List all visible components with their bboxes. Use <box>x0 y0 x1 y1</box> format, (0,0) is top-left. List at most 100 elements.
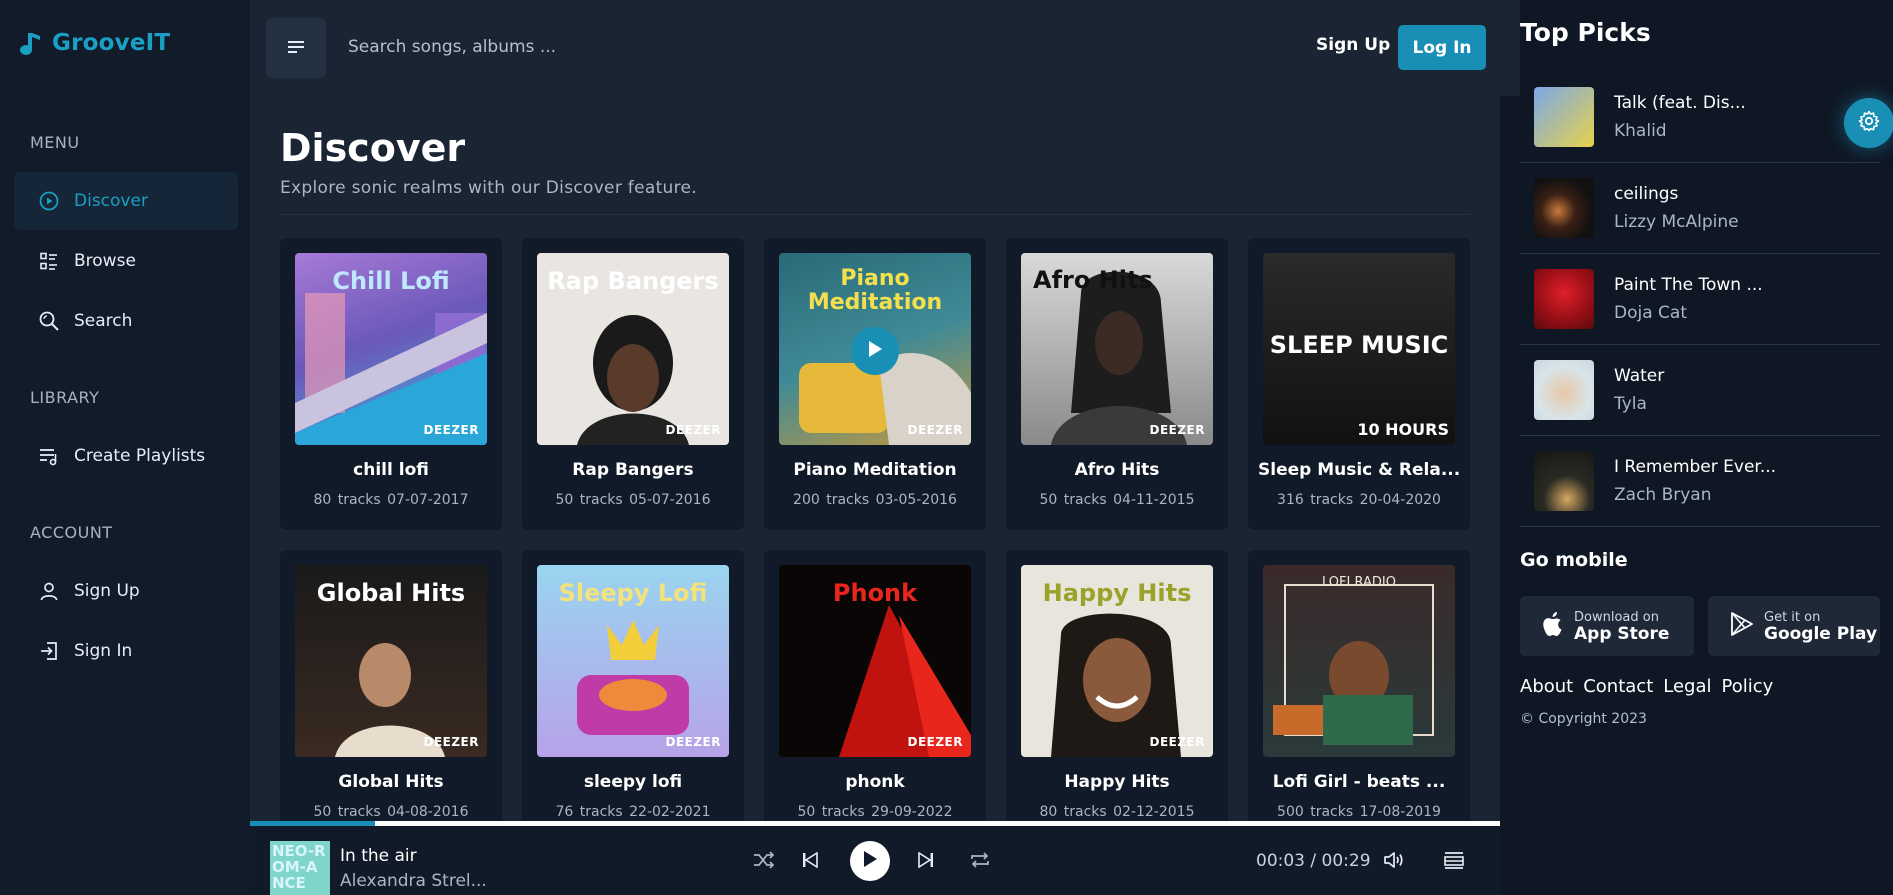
track-thumbnail <box>1534 360 1594 420</box>
play-button[interactable] <box>850 841 890 881</box>
time-display: 00:03 / 00:29 <box>1256 851 1371 871</box>
track-thumbnail <box>1534 269 1594 329</box>
menu-section-title: MENU <box>30 133 80 152</box>
footer-link-about[interactable]: About <box>1520 676 1573 697</box>
playlist-card[interactable]: Happy Hits DEEZER Happy Hits 80 tracks 0… <box>1006 550 1228 825</box>
volume-icon <box>1383 850 1405 874</box>
playlist-meta: 50 tracks 29-09-2022 <box>764 804 986 820</box>
top-pick-item[interactable]: Paint The Town ... Doja Cat <box>1520 254 1880 345</box>
skip-forward-icon <box>918 851 934 872</box>
menu-toggle-button[interactable] <box>266 18 326 78</box>
top-pick-item[interactable]: Talk (feat. Dis... Khalid <box>1520 72 1880 163</box>
playlist-name: Piano Meditation <box>793 460 957 480</box>
google-play-button[interactable]: Get it on Google Play <box>1708 596 1880 656</box>
release-date: 04-08-2016 <box>387 804 469 820</box>
search-input[interactable] <box>348 30 748 64</box>
track-count: 80 tracks <box>313 492 381 508</box>
shuffle-button[interactable] <box>750 848 778 876</box>
sidebar-item-label: Search <box>74 311 133 331</box>
playlist-name: Happy Hits <box>1064 772 1170 792</box>
track-count: 316 tracks <box>1277 492 1354 508</box>
playlist-card[interactable]: Sleepy Lofi DEEZER sleepy lofi 76 tracks… <box>522 550 744 825</box>
play-icon <box>866 339 884 363</box>
footer-link-policy[interactable]: Policy <box>1722 676 1774 697</box>
playlist-grid: Chill Lofi DEEZER chill lofi 80 tracks 0… <box>280 238 1470 825</box>
track-count: 50 tracks <box>797 804 865 820</box>
play-overlay-button[interactable] <box>851 327 899 375</box>
sidebar: GrooveIT MENU Discover Browse Search LIB… <box>0 0 250 895</box>
track-artist: Lizzy McAlpine <box>1614 212 1739 232</box>
track-title: Water <box>1614 366 1665 386</box>
app-store-button[interactable]: Download on App Store <box>1520 596 1694 656</box>
playlist-card[interactable]: Chill Lofi DEEZER chill lofi 80 tracks 0… <box>280 238 502 530</box>
sidebar-item-search[interactable]: Search <box>14 292 238 350</box>
skip-back-icon <box>802 851 818 872</box>
track-title: Paint The Town ... <box>1614 275 1763 295</box>
release-date: 29-09-2022 <box>871 804 953 820</box>
release-date: 20-04-2020 <box>1359 492 1441 508</box>
store-line2: Google Play <box>1764 623 1878 644</box>
deezer-badge: DEEZER <box>423 423 479 437</box>
playlist-card[interactable]: SLEEP MUSIC 10 HOURS Sleep Music & Rela.… <box>1248 238 1470 530</box>
top-picks-title: Top Picks <box>1520 18 1651 47</box>
time-separator: / <box>1310 851 1317 871</box>
track-count: 50 tracks <box>1039 492 1107 508</box>
sidebar-item-create-playlists[interactable]: Create Playlists <box>14 427 238 485</box>
playlist-cover: Global Hits DEEZER <box>295 565 487 757</box>
play-circle-icon <box>38 190 60 212</box>
google-play-icon <box>1730 611 1754 641</box>
footer-link-contact[interactable]: Contact <box>1583 676 1653 697</box>
main-content: Discover Explore sonic realms with our D… <box>250 96 1500 825</box>
log-in-button[interactable]: Log In <box>1398 25 1486 70</box>
top-pick-item[interactable]: Water Tyla <box>1520 345 1880 436</box>
settings-button[interactable] <box>1844 98 1893 148</box>
sidebar-item-label: Sign In <box>74 641 133 661</box>
deezer-badge: DEEZER <box>907 735 963 749</box>
music-note-icon <box>18 30 42 56</box>
footer-links: About Contact Legal Policy <box>1520 676 1773 697</box>
top-pick-item[interactable]: ceilings Lizzy McAlpine <box>1520 163 1880 254</box>
playlist-card[interactable]: Afro Hits DEEZER Afro Hits 50 tracks 04-… <box>1006 238 1228 530</box>
playlist-name: Global Hits <box>338 772 444 792</box>
queue-button[interactable] <box>1440 848 1468 876</box>
playlist-meta: 500 tracks 17-08-2019 <box>1248 804 1470 820</box>
playlist-meta: 316 tracks 20-04-2020 <box>1248 492 1470 508</box>
track-artist: Zach Bryan <box>1614 485 1712 505</box>
sign-up-link[interactable]: Sign Up <box>1316 35 1390 55</box>
sidebar-item-sign-in[interactable]: Sign In <box>14 622 238 680</box>
cover-title: Happy Hits <box>1042 579 1192 607</box>
right-panel: Top Picks Talk (feat. Dis... Khalid ceili… <box>1520 0 1893 895</box>
sidebar-item-label: Browse <box>74 251 136 271</box>
top-bar: Sign Up Log In <box>250 0 1520 96</box>
now-playing-thumbnail: NEO-ROM-ANCE <box>270 841 330 895</box>
brand-name: GrooveIT <box>52 30 171 56</box>
volume-button[interactable] <box>1380 848 1408 876</box>
top-pick-item[interactable]: I Remember Ever... Zach Bryan <box>1520 436 1880 527</box>
track-count: 50 tracks <box>555 492 623 508</box>
sidebar-item-discover[interactable]: Discover <box>14 172 238 230</box>
queue-icon <box>1444 851 1464 873</box>
release-date: 05-07-2016 <box>629 492 711 508</box>
playlist-meta: 80 tracks 07-07-2017 <box>280 492 502 508</box>
go-mobile-title: Go mobile <box>1520 549 1628 571</box>
user-icon <box>38 580 60 602</box>
previous-button[interactable] <box>796 848 824 876</box>
track-count: 50 tracks <box>313 804 381 820</box>
playlist-card[interactable]: Phonk DEEZER phonk 50 tracks 29-09-2022 <box>764 550 986 825</box>
repeat-icon <box>969 851 991 873</box>
cover-title: LOFI RADIO <box>1322 575 1396 590</box>
sidebar-item-sign-up[interactable]: Sign Up <box>14 562 238 620</box>
playlist-cover: Afro Hits DEEZER <box>1021 253 1213 445</box>
logo[interactable]: GrooveIT <box>18 30 170 56</box>
playlist-card[interactable]: Rap Bangers DEEZER Rap Bangers 50 tracks… <box>522 238 744 530</box>
playlist-card[interactable]: Global Hits DEEZER Global Hits 50 tracks… <box>280 550 502 825</box>
player-bar: NEO-ROM-ANCE In the air Alexandra Strel.… <box>250 826 1500 895</box>
sidebar-item-label: Create Playlists <box>74 446 206 466</box>
repeat-button[interactable] <box>966 848 994 876</box>
playlist-card[interactable]: LOFI RADIO Lofi Girl - beats ... 500 tra… <box>1248 550 1470 825</box>
playlist-card[interactable]: Piano Meditation DEEZER Piano Meditation… <box>764 238 986 530</box>
footer-link-legal[interactable]: Legal <box>1663 676 1711 697</box>
sidebar-item-browse[interactable]: Browse <box>14 232 238 290</box>
playlist-name: Rap Bangers <box>572 460 694 480</box>
next-button[interactable] <box>912 848 940 876</box>
